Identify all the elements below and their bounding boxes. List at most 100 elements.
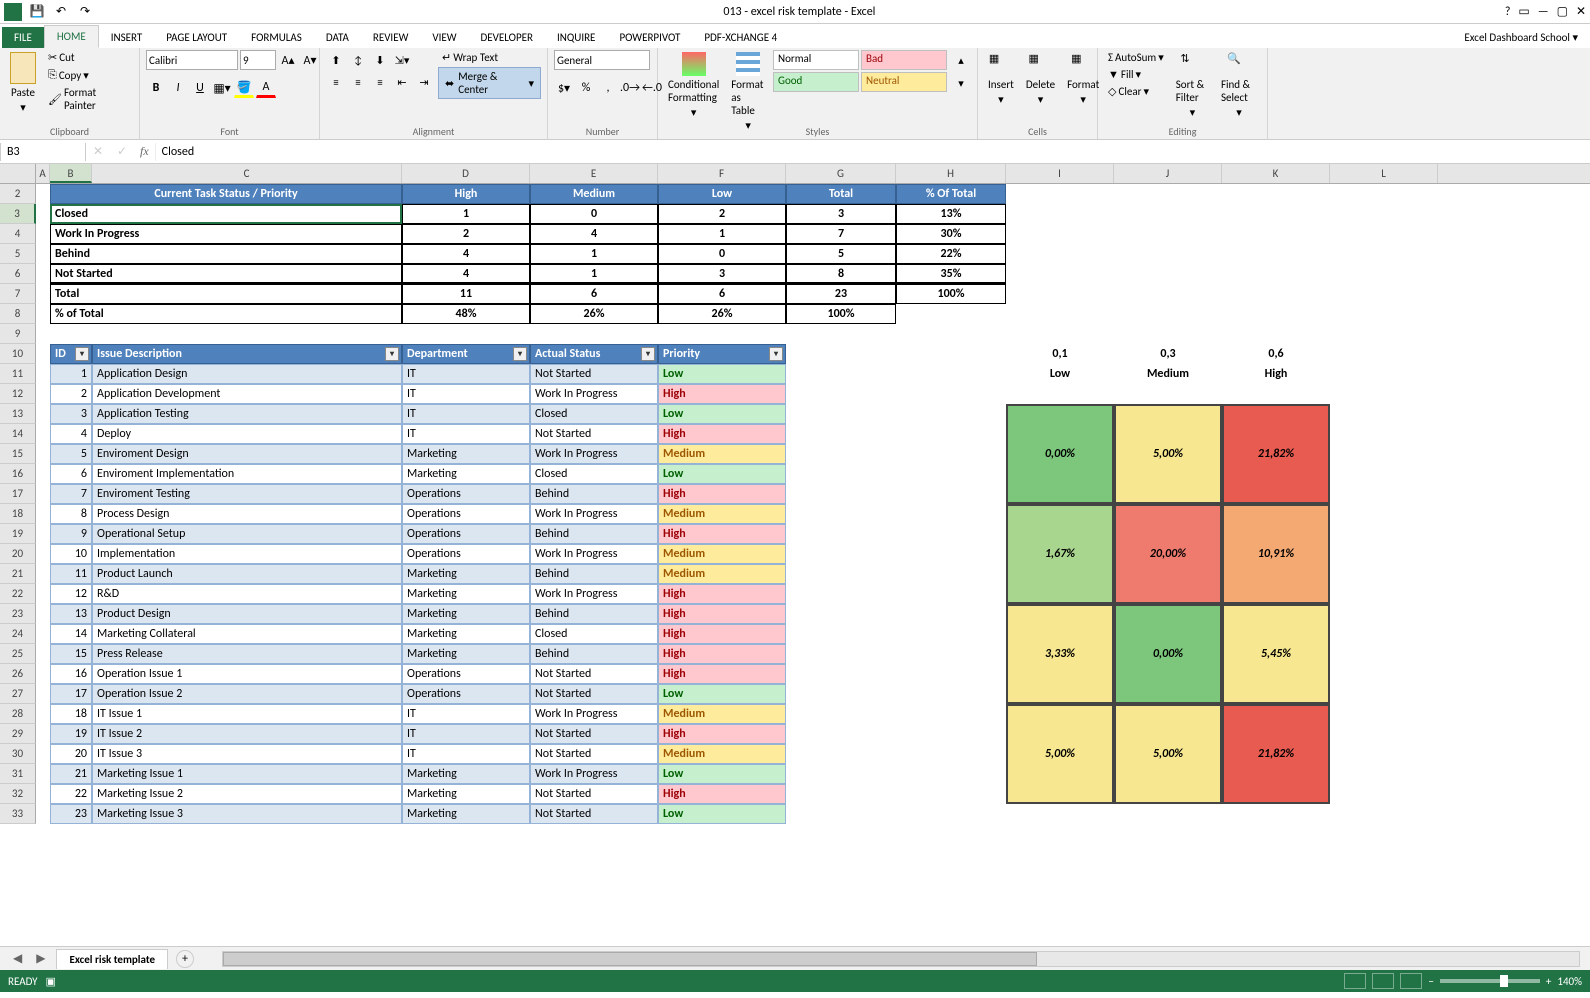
matrix-collabel-2[interactable]: High: [1222, 364, 1330, 384]
summary-high-5[interactable]: 48%: [402, 304, 530, 324]
issue-dept-16[interactable]: Operations: [402, 684, 530, 704]
issue-prio-15[interactable]: High: [658, 664, 786, 684]
decrease-font-icon[interactable]: A▾: [300, 50, 320, 70]
row-header-3[interactable]: 3: [0, 204, 36, 224]
issue-desc-1[interactable]: Application Development: [92, 384, 402, 404]
issue-dept-5[interactable]: Marketing: [402, 464, 530, 484]
style-good[interactable]: Good: [773, 72, 859, 92]
row-header-10[interactable]: 10: [0, 344, 36, 364]
issue-id-15[interactable]: 16: [50, 664, 92, 684]
issue-status-9[interactable]: Work In Progress: [530, 544, 658, 564]
summary-label-4[interactable]: Total: [50, 284, 402, 304]
issues-hdr-prio[interactable]: Priority: [658, 344, 786, 364]
issue-id-6[interactable]: 7: [50, 484, 92, 504]
summary-high-2[interactable]: 4: [402, 244, 530, 264]
issue-id-5[interactable]: 6: [50, 464, 92, 484]
delete-cells-button[interactable]: ▦Delete▾: [1022, 50, 1059, 108]
issue-prio-10[interactable]: Medium: [658, 564, 786, 584]
issue-dept-11[interactable]: Marketing: [402, 584, 530, 604]
issue-desc-5[interactable]: Enviroment Implementation: [92, 464, 402, 484]
align-center-icon[interactable]: ≡: [348, 72, 368, 92]
issue-desc-4[interactable]: Enviroment Design: [92, 444, 402, 464]
matrix-cell-2-0[interactable]: 3,33%: [1006, 604, 1114, 704]
summary-label-2[interactable]: Behind: [50, 244, 402, 264]
summary-pct-1[interactable]: 30%: [896, 224, 1006, 244]
issue-dept-18[interactable]: IT: [402, 724, 530, 744]
accounting-format-icon[interactable]: $▾: [554, 78, 574, 98]
row-header-6[interactable]: 6: [0, 264, 36, 284]
summary-pct-2[interactable]: 22%: [896, 244, 1006, 264]
new-sheet-button[interactable]: +: [176, 950, 194, 968]
summary-low-1[interactable]: 1: [658, 224, 786, 244]
issue-prio-5[interactable]: Low: [658, 464, 786, 484]
undo-icon[interactable]: ↶: [52, 3, 70, 21]
increase-font-icon[interactable]: A▴: [278, 50, 298, 70]
ribbon-options-icon[interactable]: ▭: [1518, 4, 1529, 19]
issue-status-13[interactable]: Closed: [530, 624, 658, 644]
issue-desc-13[interactable]: Marketing Collateral: [92, 624, 402, 644]
issue-status-20[interactable]: Work In Progress: [530, 764, 658, 784]
cut-button[interactable]: ✂Cut: [44, 50, 133, 65]
matrix-cell-2-2[interactable]: 5,45%: [1222, 604, 1330, 704]
sort-filter-button[interactable]: ⇅Sort & Filter▾: [1172, 50, 1213, 121]
bold-button[interactable]: B: [146, 78, 166, 98]
issue-dept-6[interactable]: Operations: [402, 484, 530, 504]
issue-status-0[interactable]: Not Started: [530, 364, 658, 384]
issue-dept-0[interactable]: IT: [402, 364, 530, 384]
issue-dept-19[interactable]: IT: [402, 744, 530, 764]
issue-id-7[interactable]: 8: [50, 504, 92, 524]
col-header-I[interactable]: I: [1006, 164, 1114, 183]
tab-powerpivot[interactable]: POWERPIVOT: [607, 27, 692, 48]
issue-prio-17[interactable]: Medium: [658, 704, 786, 724]
issue-prio-3[interactable]: High: [658, 424, 786, 444]
issue-prio-6[interactable]: High: [658, 484, 786, 504]
row-header-32[interactable]: 32: [0, 784, 36, 804]
issue-status-19[interactable]: Not Started: [530, 744, 658, 764]
issue-dept-14[interactable]: Marketing: [402, 644, 530, 664]
issue-prio-19[interactable]: Medium: [658, 744, 786, 764]
matrix-cell-1-0[interactable]: 1,67%: [1006, 504, 1114, 604]
row-header-12[interactable]: 12: [0, 384, 36, 404]
enter-formula-icon[interactable]: ✓: [110, 144, 134, 159]
col-header-H[interactable]: H: [896, 164, 1006, 183]
close-icon[interactable]: ✕: [1576, 4, 1586, 19]
insert-cells-button[interactable]: ▦Insert▾: [984, 50, 1018, 108]
summary-med-0[interactable]: 0: [530, 204, 658, 224]
issue-desc-14[interactable]: Press Release: [92, 644, 402, 664]
issue-dept-3[interactable]: IT: [402, 424, 530, 444]
percent-format-icon[interactable]: %: [576, 78, 596, 98]
zoom-out-icon[interactable]: −: [1428, 975, 1433, 988]
summary-header-total[interactable]: Total: [786, 184, 896, 204]
issue-dept-22[interactable]: Marketing: [402, 804, 530, 824]
tab-formulas[interactable]: FORMULAS: [239, 27, 314, 48]
row-header-25[interactable]: 25: [0, 644, 36, 664]
summary-high-3[interactable]: 4: [402, 264, 530, 284]
issue-dept-21[interactable]: Marketing: [402, 784, 530, 804]
issues-hdr-id[interactable]: ID: [50, 344, 92, 364]
issue-id-1[interactable]: 2: [50, 384, 92, 404]
row-header-21[interactable]: 21: [0, 564, 36, 584]
issue-dept-9[interactable]: Operations: [402, 544, 530, 564]
filter-icon[interactable]: [769, 347, 783, 361]
issues-hdr-desc[interactable]: Issue Description: [92, 344, 402, 364]
summary-header-title[interactable]: Current Task Status / Priority: [50, 184, 402, 204]
page-break-view-icon[interactable]: [1400, 973, 1422, 989]
matrix-colval-1[interactable]: 0,3: [1114, 344, 1222, 364]
issue-status-12[interactable]: Behind: [530, 604, 658, 624]
row-header-19[interactable]: 19: [0, 524, 36, 544]
issue-id-18[interactable]: 19: [50, 724, 92, 744]
issue-desc-17[interactable]: IT Issue 1: [92, 704, 402, 724]
issue-prio-13[interactable]: High: [658, 624, 786, 644]
zoom-level[interactable]: 140%: [1557, 975, 1582, 988]
format-as-table-button[interactable]: Format as Table▾: [727, 50, 769, 134]
select-all-corner[interactable]: [0, 164, 36, 183]
tab-dashboard-school[interactable]: Excel Dashboard School ▾: [1452, 27, 1590, 48]
issue-status-4[interactable]: Work In Progress: [530, 444, 658, 464]
summary-low-0[interactable]: 2: [658, 204, 786, 224]
issue-desc-22[interactable]: Marketing Issue 3: [92, 804, 402, 824]
issue-status-3[interactable]: Not Started: [530, 424, 658, 444]
issue-prio-18[interactable]: High: [658, 724, 786, 744]
matrix-cell-1-2[interactable]: 10,91%: [1222, 504, 1330, 604]
col-header-E[interactable]: E: [530, 164, 658, 183]
issue-prio-22[interactable]: Low: [658, 804, 786, 824]
